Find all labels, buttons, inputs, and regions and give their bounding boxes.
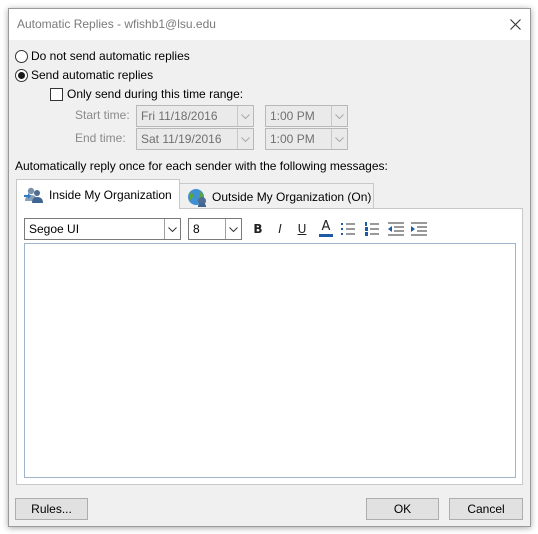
numbered-list-icon: [365, 222, 379, 236]
font-family-select[interactable]: Segoe UI: [24, 218, 181, 240]
chevron-down-icon: [331, 106, 347, 126]
automatic-replies-dialog: Automatic Replies - wfishb1@lsu.edu Do n…: [8, 8, 531, 527]
bold-button[interactable]: B: [248, 219, 268, 239]
bullets-button[interactable]: [338, 219, 358, 239]
send-reply-label: Send automatic replies: [31, 68, 154, 82]
font-color-button[interactable]: A: [316, 218, 336, 238]
chevron-down-icon: [237, 129, 253, 149]
no-reply-label: Do not send automatic replies: [31, 49, 190, 63]
chevron-down-icon: [237, 106, 253, 126]
cancel-button[interactable]: Cancel: [449, 498, 523, 520]
people-icon: [24, 187, 43, 203]
italic-button[interactable]: I: [270, 219, 290, 239]
end-time-label: End time:: [75, 131, 126, 145]
end-date-value: Sat 11/19/2016: [141, 132, 222, 146]
message-caption: Automatically reply once for each sender…: [15, 159, 388, 173]
start-date-value: Fri 11/18/2016: [141, 109, 218, 123]
no-reply-radio[interactable]: [15, 49, 28, 63]
increase-indent-button[interactable]: [409, 219, 429, 239]
start-date-select[interactable]: Fri 11/18/2016: [136, 105, 254, 127]
message-panel: Segoe UI 8 B I U A: [16, 208, 523, 485]
no-reply-option[interactable]: Do not send automatic replies: [15, 49, 190, 63]
time-range-option[interactable]: Only send during this time range:: [50, 87, 243, 101]
dialog-title: Automatic Replies - wfishb1@lsu.edu: [17, 17, 216, 31]
start-time-label: Start time:: [75, 108, 130, 122]
chevron-down-icon: [164, 219, 180, 239]
end-date-select[interactable]: Sat 11/19/2016: [136, 128, 254, 150]
tab-inside-organization[interactable]: Inside My Organization: [16, 179, 180, 209]
bullet-list-icon: [341, 223, 355, 235]
font-size-select[interactable]: 8: [188, 218, 242, 240]
tab-outside-organization[interactable]: Outside My Organization (On): [179, 183, 374, 209]
close-icon: [509, 19, 521, 30]
radio-selected-dot: [18, 71, 25, 79]
reply-message-editor[interactable]: [24, 243, 516, 478]
time-range-checkbox[interactable]: [50, 87, 63, 101]
start-time-value: 1:00 PM: [270, 109, 315, 123]
numbering-button[interactable]: [362, 219, 382, 239]
end-time-value: 1:00 PM: [270, 132, 315, 146]
font-color-letter: A: [321, 218, 331, 234]
time-range-label: Only send during this time range:: [67, 87, 244, 101]
title-bar: Automatic Replies - wfishb1@lsu.edu: [9, 9, 530, 40]
close-button[interactable]: [500, 9, 530, 40]
increase-indent-icon: [411, 222, 427, 236]
send-reply-option[interactable]: Send automatic replies: [15, 68, 153, 82]
start-time-select[interactable]: 1:00 PM: [265, 105, 348, 127]
font-family-value: Segoe UI: [29, 222, 80, 236]
chevron-down-icon: [331, 129, 347, 149]
rules-button[interactable]: Rules...: [15, 498, 88, 520]
font-color-swatch: [319, 233, 333, 237]
decrease-indent-button[interactable]: [386, 219, 406, 239]
globe-icon: [188, 188, 206, 207]
ok-button[interactable]: OK: [366, 498, 439, 520]
decrease-indent-icon: [388, 222, 404, 236]
tab-outside-label: Outside My Organization (On): [212, 189, 372, 204]
end-time-select[interactable]: 1:00 PM: [265, 128, 348, 150]
send-reply-radio[interactable]: [15, 68, 28, 82]
chevron-down-icon: [225, 219, 241, 239]
underline-button[interactable]: U: [292, 219, 312, 239]
font-size-value: 8: [193, 222, 200, 236]
tab-inside-label: Inside My Organization: [49, 187, 172, 202]
